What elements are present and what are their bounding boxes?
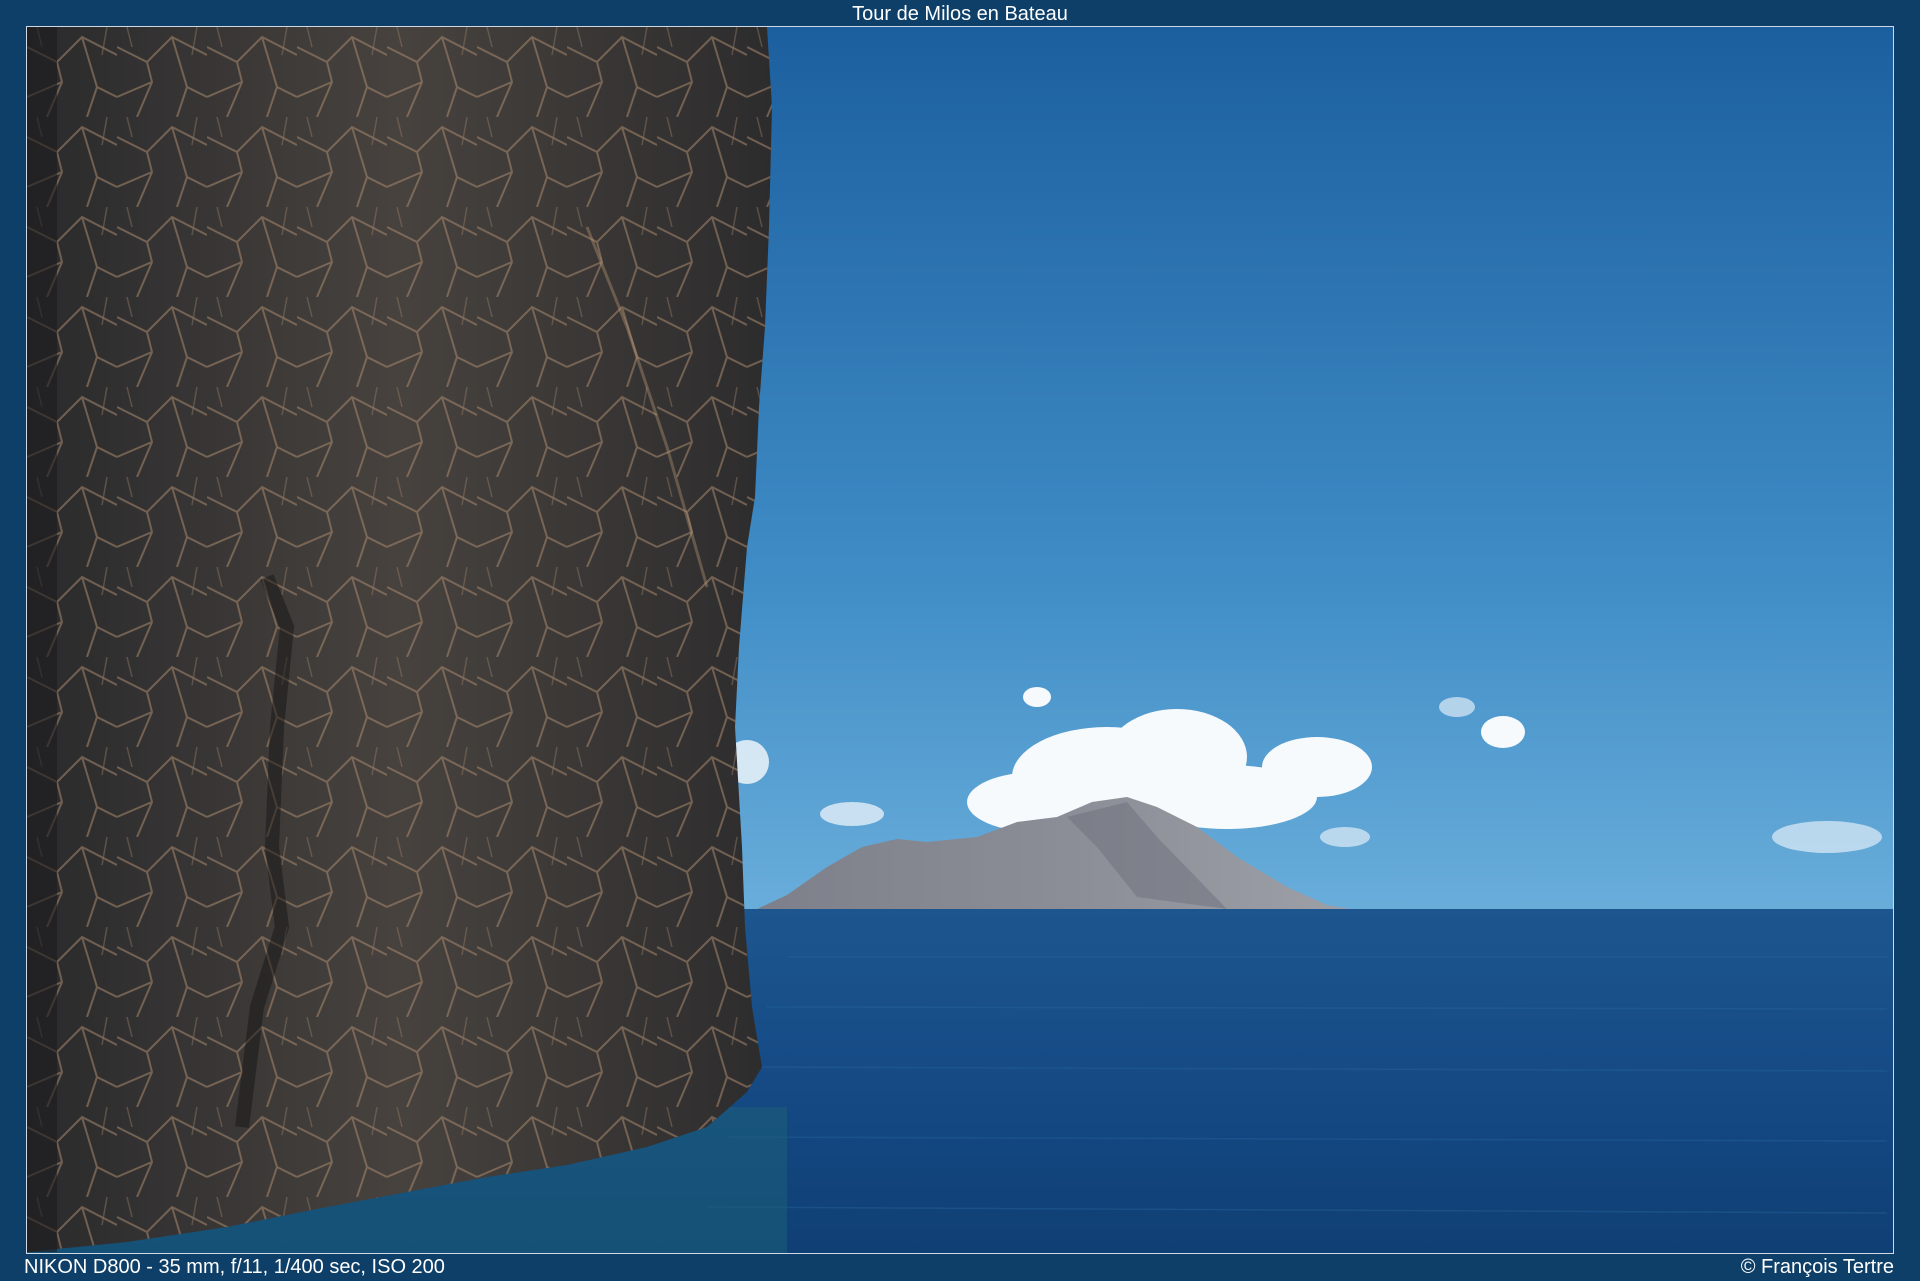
photo-frame <box>26 26 1894 1254</box>
photo-viewer: Tour de Milos en Bateau NIKON D800 - 35 … <box>0 0 1920 1281</box>
copyright-notice: © François Tertre <box>1740 1256 1894 1278</box>
photo-title: Tour de Milos en Bateau <box>852 3 1068 25</box>
landscape-photo <box>27 27 1893 1253</box>
exif-info: NIKON D800 - 35 mm, f/11, 1/400 sec, ISO… <box>24 1256 445 1278</box>
